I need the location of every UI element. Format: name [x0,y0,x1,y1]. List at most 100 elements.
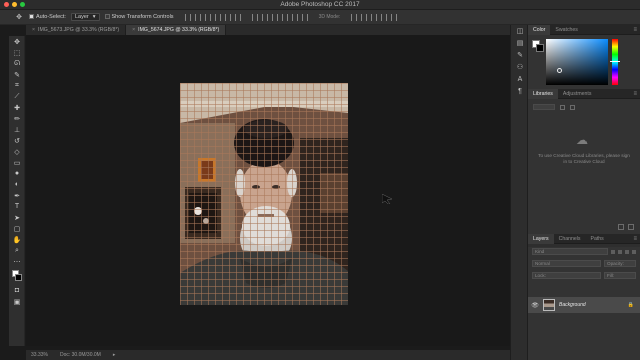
clone-source-panel-icon[interactable]: ⚇ [511,61,529,73]
crop-tool-icon[interactable]: ⌗ [9,80,25,91]
character-panel-icon[interactable]: A [511,73,529,85]
document-info[interactable]: Doc: 30.0M/30.0M [60,352,101,358]
library-select[interactable] [533,104,555,110]
more-tools-icon[interactable]: ⋯ [9,256,25,267]
align-left-icon[interactable] [214,13,221,21]
lock-options[interactable]: Lock: [532,272,601,279]
hand-tool-icon[interactable]: ✋ [9,234,25,245]
layer-thumbnail [543,299,555,311]
3d-slide-icon[interactable] [381,13,388,21]
tab-paths[interactable]: Paths [586,234,609,244]
type-tool-icon[interactable]: T [9,201,25,212]
fill-field[interactable]: Fill: [604,272,636,279]
library-trash-icon[interactable] [628,224,634,230]
layer-kind-filter[interactable]: Kind [532,248,608,255]
eye-icon[interactable]: 👁 [531,302,539,309]
lock-icon: 🔒 [627,302,634,308]
tab-layers[interactable]: Layers [528,233,554,244]
panel-menu-icon[interactable]: ≡ [633,91,637,97]
add-content-icon[interactable] [618,224,624,230]
close-tab-icon[interactable]: × [32,27,35,33]
background-color-swatch[interactable] [15,274,22,281]
move-tool-preset-icon[interactable]: ✥ [14,13,24,22]
distribute-left-icon[interactable] [281,13,288,21]
eyedropper-tool-icon[interactable]: ⟋ [9,91,25,102]
3d-roll-icon[interactable] [361,13,368,21]
healing-brush-tool-icon[interactable]: ✚ [9,102,25,113]
tab-libraries[interactable]: Libraries [528,88,558,99]
3d-scale-icon[interactable] [391,13,398,21]
path-select-tool-icon[interactable]: ➤ [9,212,25,223]
tab-color[interactable]: Color [528,24,551,35]
history-brush-tool-icon[interactable]: ↺ [9,135,25,146]
right-panels: Color Swatches ≡ Libraries Adjustments ≡… [528,24,640,360]
close-tab-icon[interactable]: × [132,27,135,33]
3d-rotate-icon[interactable] [351,13,358,21]
gradient-tool-icon[interactable]: ▭ [9,157,25,168]
marquee-tool-icon[interactable]: ⬚ [9,47,25,58]
layer-row-background[interactable]: 👁 Background 🔒 [528,297,640,313]
filter-pixel-icon[interactable] [611,249,615,254]
auto-select-checkbox[interactable]: Auto-Select: [29,14,66,20]
align-horizontal-center-icon[interactable] [224,13,231,21]
lasso-tool-icon[interactable]: ᘏ [9,58,25,69]
list-view-icon[interactable] [570,104,575,110]
distribute-bottom-icon[interactable] [271,13,278,21]
quick-mask-icon[interactable]: ◘ [9,285,25,296]
clone-stamp-tool-icon[interactable]: ⊥ [9,124,25,135]
align-right-icon[interactable] [234,13,241,21]
filter-adjustment-icon[interactable] [618,249,622,254]
auto-align-icon[interactable] [301,13,308,21]
3d-pan-icon[interactable] [371,13,378,21]
color-picker-cursor[interactable] [557,68,562,73]
dodge-tool-icon[interactable]: ◐ [9,179,25,190]
distribute-right-icon[interactable] [291,13,298,21]
opacity-field[interactable]: Opacity: [604,260,636,267]
hue-slider[interactable] [612,39,618,85]
tab-swatches[interactable]: Swatches [550,25,583,35]
filter-shape-icon[interactable] [632,249,636,254]
document-canvas[interactable] [26,35,510,346]
align-top-icon[interactable] [184,13,191,21]
brushes-panel-icon[interactable]: ✎ [511,49,529,61]
paragraph-panel-icon[interactable]: ¶ [511,85,529,97]
distribute-center-icon[interactable] [261,13,268,21]
tab-channels[interactable]: Channels [554,234,586,244]
brush-tool-icon[interactable]: ✏ [9,113,25,124]
align-bottom-icon[interactable] [204,13,211,21]
filter-type-icon[interactable] [625,249,629,254]
lock-row: Lock: Fill: [532,271,636,280]
properties-panel-icon[interactable]: ▤ [511,37,529,49]
eraser-tool-icon[interactable]: ◇ [9,146,25,157]
tab-adjustments[interactable]: Adjustments [558,89,597,99]
panel-menu-icon[interactable]: ≡ [633,236,637,242]
align-buttons [184,13,241,21]
screen-mode-icon[interactable]: ▣ [9,296,25,307]
tab-img-5674[interactable]: × IMG_5674.JPG @ 33.3% (RGB/8*) [126,25,227,35]
color-panel-background-swatch[interactable] [536,44,544,52]
rectangle-tool-icon[interactable]: ▢ [9,223,25,234]
zoom-tool-icon[interactable]: ⌕ [9,245,25,256]
transform-controls-label: Show Transform Controls [111,14,174,20]
auto-select-target-dropdown[interactable]: Layer ▾ [70,13,100,21]
panel-menu-icon[interactable]: ≡ [633,27,637,33]
history-panel-icon[interactable]: ◫ [511,25,529,37]
grid-view-icon[interactable] [560,104,565,110]
photo-image[interactable] [180,83,348,305]
distribute-top-icon[interactable] [251,13,258,21]
quick-select-tool-icon[interactable]: ✎ [9,69,25,80]
color-panel-tabs: Color Swatches ≡ [528,24,640,35]
move-tool-icon[interactable]: ✥ [9,36,25,47]
color-swatches[interactable] [9,269,25,285]
status-menu-arrow-icon[interactable]: ▸ [113,352,116,358]
show-transform-controls-checkbox[interactable]: Show Transform Controls [104,14,174,20]
blend-mode-dropdown[interactable]: Normal [532,260,601,267]
color-picker-field[interactable] [546,39,608,85]
align-vertical-center-icon[interactable] [194,13,201,21]
blur-tool-icon[interactable]: ● [9,168,25,179]
hue-slider-handle[interactable] [610,61,620,62]
tab-img-5673[interactable]: × IMG_5673.JPG @ 33.3% (RGB/8*) [26,25,127,35]
creative-cloud-icon: ☁ [576,133,588,147]
zoom-level[interactable]: 33.33% [31,352,48,358]
pen-tool-icon[interactable]: ✒ [9,190,25,201]
